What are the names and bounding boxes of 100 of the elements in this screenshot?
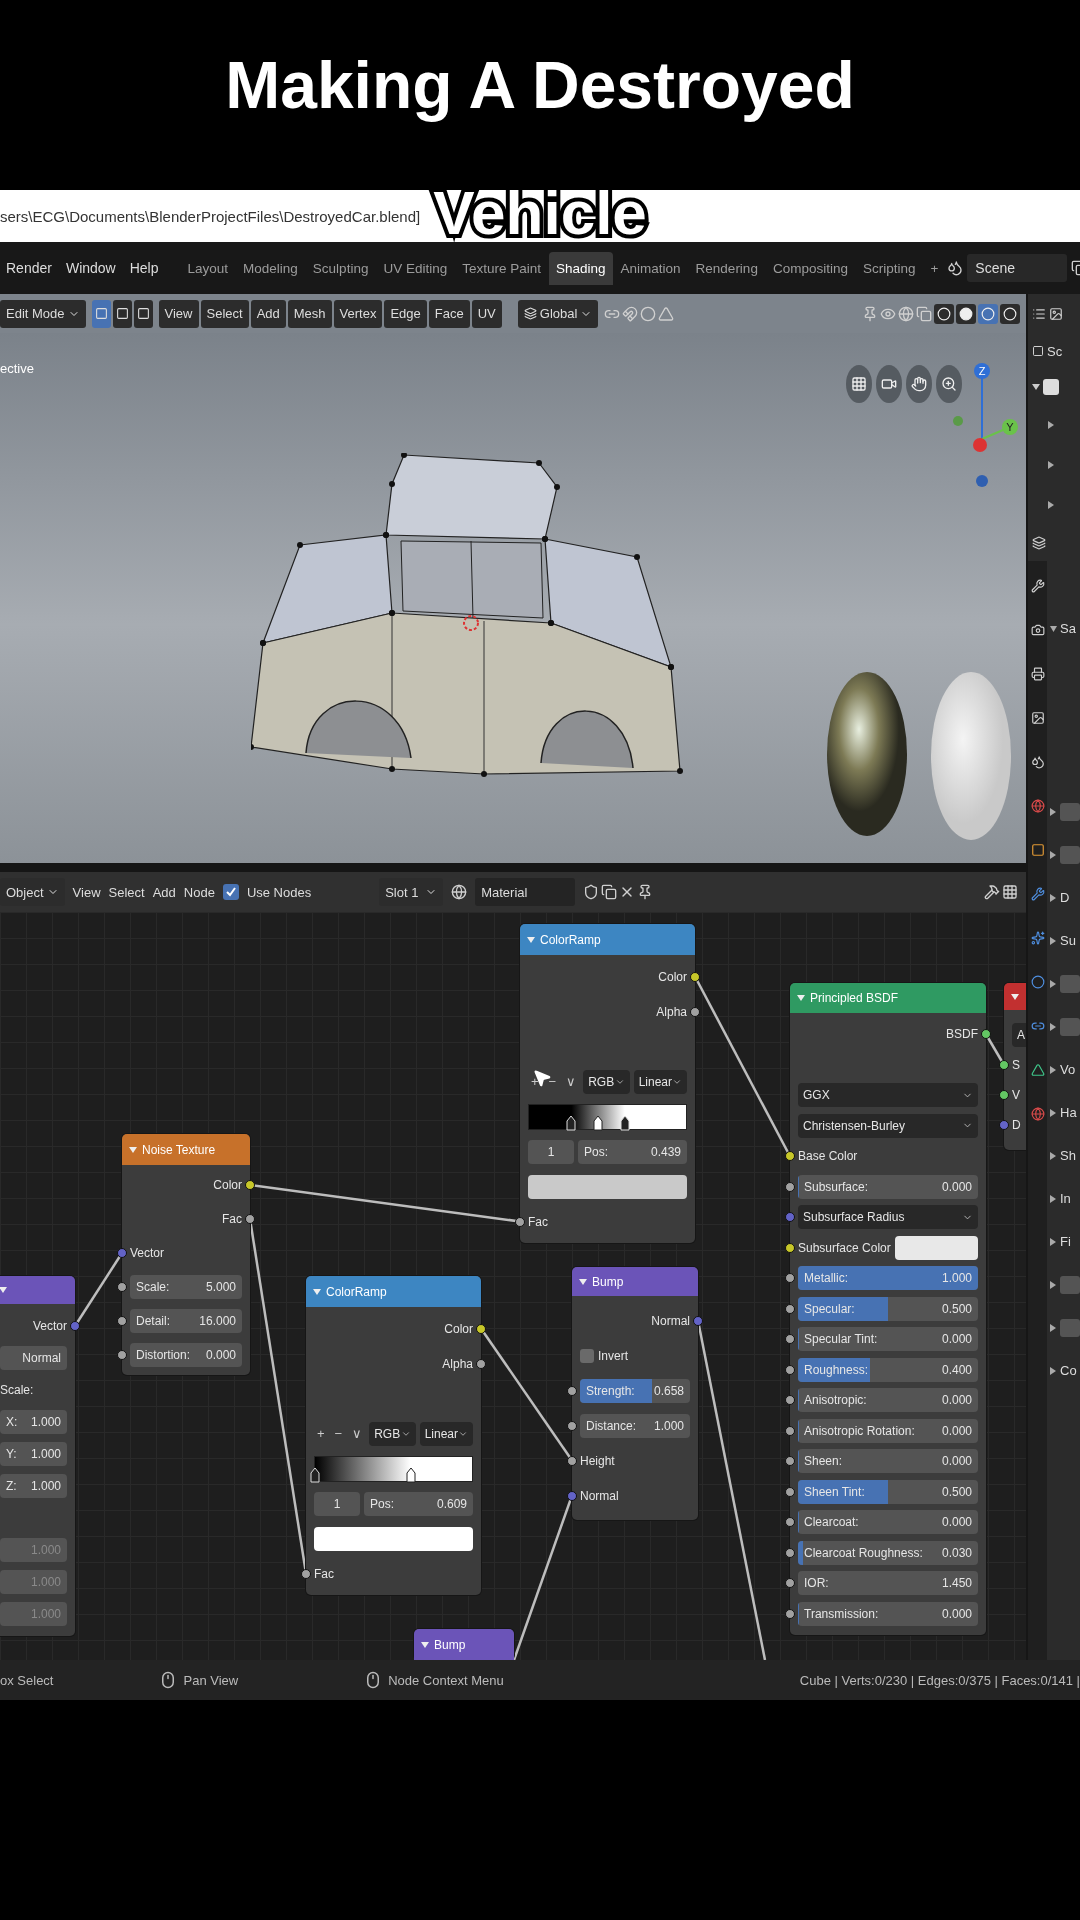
droplets-icon[interactable]	[1030, 755, 1045, 769]
panel-title[interactable]: Sh	[1060, 1148, 1076, 1163]
collapse-caret-icon[interactable]	[421, 1641, 429, 1648]
dropdown[interactable]: RGB	[369, 1421, 416, 1446]
node-socket[interactable]	[785, 1456, 795, 1467]
option-button[interactable]: Normal	[0, 1346, 67, 1370]
slider-field[interactable]: Specular: 0.500	[798, 1296, 978, 1321]
slider-field[interactable]: Anisotropic: 0.000	[798, 1388, 978, 1413]
node-socket[interactable]	[999, 1120, 1009, 1130]
number-field[interactable]: Z: 1.000	[0, 1474, 67, 1498]
expand-arrow-icon[interactable]	[1050, 1237, 1057, 1246]
panel-title[interactable]: Su	[1060, 933, 1076, 948]
number-field[interactable]: X: 1.000	[0, 1410, 67, 1434]
expand-arrow-icon[interactable]	[1050, 1280, 1057, 1289]
slider-field[interactable]: Sheen Tint: 0.500	[798, 1479, 978, 1504]
expand-arrow-icon[interactable]	[1050, 1065, 1057, 1074]
node-socket[interactable]	[117, 1248, 127, 1258]
stop-index-field[interactable]: 1	[314, 1491, 360, 1516]
header-menu[interactable]: Face	[428, 299, 470, 328]
node-header[interactable]: Bump	[572, 1267, 698, 1296]
header-menu[interactable]: Select	[200, 299, 249, 328]
shading-mode-button[interactable]	[1000, 303, 1020, 324]
position-field[interactable]: Pos: 0.439	[578, 1139, 687, 1164]
panel-field[interactable]	[1060, 1318, 1080, 1337]
shading-mode-button[interactable]	[956, 303, 976, 324]
stop-index-field[interactable]: 1	[528, 1139, 574, 1164]
number-field[interactable]: Y: 1.000	[0, 1442, 67, 1466]
node-socket[interactable]	[117, 1282, 127, 1292]
workspace-tab[interactable]: Texture Paint	[455, 251, 548, 285]
color-stop-marker[interactable]	[593, 1114, 604, 1131]
collection-icon[interactable]	[1032, 345, 1044, 357]
node-socket[interactable]	[785, 1212, 795, 1223]
number-field[interactable]: Detail: 16.000	[130, 1309, 242, 1333]
circle-icon[interactable]	[1030, 975, 1045, 989]
expand-arrow-icon[interactable]	[1050, 1323, 1057, 1332]
object-dropdown[interactable]: Object	[0, 878, 65, 906]
expand-arrow-icon[interactable]	[1050, 807, 1057, 816]
slider-field[interactable]: Strength: 0.658	[580, 1378, 690, 1403]
menu-item[interactable]: Help	[123, 260, 165, 276]
slider-field[interactable]: Clearcoat: 0.000	[798, 1510, 978, 1535]
checkbox[interactable]	[1043, 379, 1059, 395]
workspace-tab[interactable]: Modeling	[236, 251, 305, 285]
node-socket[interactable]	[245, 1214, 255, 1224]
checkbox[interactable]	[222, 884, 239, 900]
expand-arrow-icon[interactable]	[1032, 384, 1040, 390]
gradient-bar[interactable]	[528, 1103, 687, 1130]
expand-arrow-icon[interactable]	[1050, 1366, 1057, 1375]
menu-item[interactable]: Render	[0, 260, 58, 276]
node-socket[interactable]	[476, 1323, 486, 1334]
panel-field[interactable]	[1060, 1275, 1080, 1294]
shader-node[interactable]: A S V D	[1004, 983, 1026, 1150]
collapse-caret-icon[interactable]	[797, 995, 805, 1001]
node-socket[interactable]	[785, 1578, 795, 1589]
node-socket[interactable]	[785, 1517, 795, 1528]
node-socket[interactable]	[476, 1358, 486, 1369]
shading-mode-button[interactable]	[934, 303, 954, 324]
expand-arrow-icon[interactable]	[1050, 1194, 1057, 1203]
slider-field[interactable]: Specular Tint: 0.000	[798, 1327, 978, 1352]
camera-icon[interactable]	[1030, 623, 1045, 637]
image-icon[interactable]	[1049, 306, 1063, 321]
camera-view-button[interactable]	[876, 365, 902, 403]
header-menu[interactable]: Node	[183, 884, 215, 900]
shader-node[interactable]: Bump Normal Invert Strength: 0.658 Distance: 1.000 Height Normal	[572, 1267, 698, 1520]
panel-title[interactable]: Vo	[1060, 1062, 1076, 1077]
panel-field[interactable]	[1060, 845, 1080, 864]
node-socket[interactable]	[567, 1490, 577, 1501]
axis-gizmo[interactable]: Z Y	[950, 359, 1020, 494]
triangle-icon[interactable]	[1030, 1063, 1045, 1077]
ramp-tool-button[interactable]: ∨	[563, 1074, 580, 1089]
color-swatch[interactable]	[894, 1235, 978, 1260]
menu-item[interactable]: Window	[59, 260, 122, 276]
slot-dropdown[interactable]: Slot 1	[379, 878, 444, 906]
dropdown[interactable]: RGB	[583, 1069, 630, 1094]
expand-arrow-icon[interactable]	[1048, 461, 1054, 469]
copy-icon[interactable]	[601, 884, 618, 900]
dropdown[interactable]: A	[1012, 1023, 1026, 1047]
header-menu[interactable]: Add	[152, 884, 176, 900]
ramp-tool-button[interactable]: +	[528, 1074, 542, 1089]
slider-field[interactable]: Transmission: 0.000	[798, 1601, 978, 1626]
color-stop-marker[interactable]	[405, 1466, 416, 1483]
list-icon[interactable]	[1032, 306, 1046, 321]
node-socket[interactable]	[785, 1151, 795, 1162]
header-menu[interactable]: Add	[250, 299, 286, 328]
node-socket[interactable]	[785, 1608, 795, 1619]
slider-field[interactable]: Clearcoat Roughness: 0.030	[798, 1540, 978, 1565]
shader-node[interactable]: ColorRamp Color Alpha + − ∨ RGB Linear 1 Pos: 0.439 Fac	[520, 924, 695, 1243]
panel-field[interactable]	[1060, 802, 1080, 821]
grid-icon[interactable]	[1002, 884, 1018, 900]
tool-icon[interactable]	[1030, 579, 1045, 593]
add-workspace-button[interactable]: +	[923, 251, 946, 285]
header-menu[interactable]: View	[158, 299, 199, 328]
wrench-icon[interactable]	[1030, 887, 1045, 901]
header-menu[interactable]: Edge	[384, 299, 427, 328]
workspace-tab[interactable]: Sculpting	[305, 251, 376, 285]
sparkles-icon[interactable]	[1030, 931, 1045, 945]
node-socket[interactable]	[785, 1364, 795, 1375]
expand-arrow-icon[interactable]	[1050, 1108, 1057, 1117]
color-swatch[interactable]	[528, 1174, 687, 1199]
node-socket[interactable]	[693, 1315, 703, 1326]
zoom-button[interactable]	[936, 365, 962, 403]
